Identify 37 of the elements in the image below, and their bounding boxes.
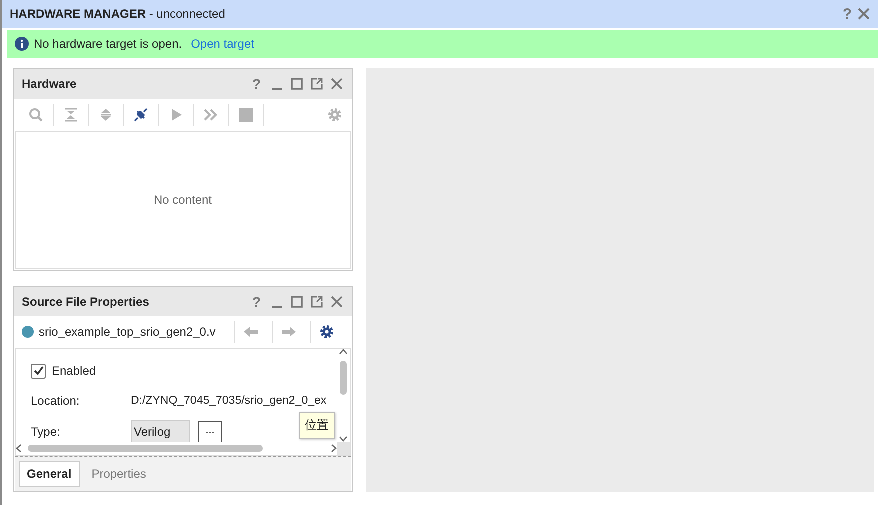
- browse-button[interactable]: ···: [198, 421, 222, 443]
- help-button[interactable]: ?: [842, 6, 852, 22]
- close-icon[interactable]: [858, 8, 870, 20]
- enabled-checkbox[interactable]: [31, 364, 46, 379]
- plug-icon[interactable]: [133, 107, 149, 123]
- checkbox-label: Enabled: [52, 364, 96, 378]
- tooltip: 位置: [299, 412, 335, 439]
- float-window-icon[interactable]: [310, 294, 324, 309]
- panel-title: Source File Properties: [22, 294, 150, 309]
- scroll-right-icon[interactable]: [331, 444, 337, 453]
- open-target-link[interactable]: Open target: [191, 37, 254, 51]
- empty-message: No content: [154, 193, 212, 207]
- panel-title: Hardware: [22, 77, 78, 91]
- tab[interactable]: Properties: [84, 461, 154, 487]
- settings-icon[interactable]: [319, 324, 335, 340]
- field-label: Location:: [31, 394, 81, 408]
- info-icon: [15, 37, 29, 51]
- horizontal-scrollbar-thumb[interactable]: [28, 445, 263, 452]
- window-title: HARDWARE MANAGER - unconnected: [10, 7, 226, 21]
- info-message: No hardware target is open.: [34, 37, 182, 51]
- maximize-icon[interactable]: [290, 294, 304, 309]
- field-label: Type:: [31, 425, 62, 439]
- close-icon[interactable]: [330, 294, 344, 309]
- float-window-icon[interactable]: [310, 77, 324, 91]
- type-field[interactable]: Verilog: [131, 420, 190, 444]
- scroll-down-icon[interactable]: [339, 436, 348, 442]
- help-button[interactable]: ?: [252, 294, 261, 310]
- scroll-up-icon[interactable]: [339, 348, 348, 355]
- scroll-left-icon[interactable]: [16, 444, 22, 453]
- check-mark-icon: [34, 366, 44, 376]
- tab[interactable]: General: [19, 461, 80, 487]
- help-button[interactable]: ?: [252, 76, 261, 92]
- close-icon[interactable]: [330, 77, 344, 91]
- file-name: srio_example_top_srio_gen2_0.v: [39, 325, 217, 340]
- vertical-scrollbar-thumb[interactable]: [340, 360, 347, 395]
- maximize-icon[interactable]: [290, 77, 304, 91]
- location-value: D:/ZYNQ_7045_7035/srio_gen2_0_ex: [131, 394, 327, 407]
